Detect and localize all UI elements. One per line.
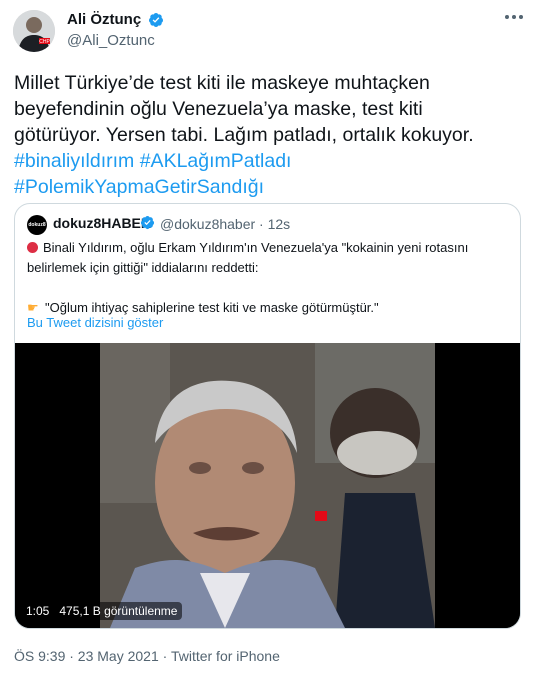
red-circle-icon [27, 242, 38, 253]
quoted-tweet-text: Binali Yıldırım, oğlu Erkam Yıldırım'ın … [27, 238, 507, 318]
quoted-handle-time: @dokuz8haber · 12s [160, 216, 291, 232]
tweet-text-line: götürüyor. Yersen tabi. Lağım patladı, o… [14, 124, 474, 146]
video-meta: 1:05 475,1 B görüntülenme [21, 602, 183, 620]
video-duration: 1:05 [26, 604, 50, 618]
video-player[interactable]: 1:05 475,1 B görüntülenme [15, 343, 520, 628]
tweet-text: Millet Türkiye’de test kiti ile maskeye … [14, 70, 524, 200]
quoted-author-name: dokuz8HABER [53, 215, 152, 231]
svg-text:CHP: CHP [39, 39, 50, 45]
hashtag-link[interactable]: #PolemikYapmaGetirSandığı [14, 174, 524, 200]
video-views: 475,1 B görüntülenme [59, 604, 178, 618]
verified-badge-icon [140, 215, 155, 230]
quoted-text-line: belirlemek için gittiği" iddialarını red… [27, 260, 259, 275]
tweet-text-line: beyefendinin oğlu Venezuela’ya maske, te… [14, 98, 423, 120]
verified-badge-icon [148, 13, 163, 27]
author-display-name[interactable]: Ali Öztunç [67, 11, 141, 28]
quoted-tweet-card[interactable]: dokuz8 dokuz8HABER @dokuz8haber · 12s Bi… [14, 203, 521, 629]
more-options-icon[interactable] [503, 12, 525, 22]
quoted-author-avatar: dokuz8 [27, 215, 47, 235]
show-thread-link[interactable]: Bu Tweet dizisini göster [27, 315, 163, 330]
video-thumbnail [15, 343, 520, 628]
author-avatar[interactable]: CHP [13, 10, 55, 52]
quoted-text-line: "Oğlum ihtiyaç sahiplerine test kiti ve … [45, 300, 379, 315]
tweet-text-line: Millet Türkiye’de test kiti ile maskeye … [14, 72, 430, 94]
hashtag-link[interactable]: #binaliyıldırım #AKLağımPatladı [14, 148, 524, 174]
quoted-avatar-text: dokuz8 [28, 222, 46, 228]
tweet-timestamp-meta[interactable]: ÖS 9:39 · 23 May 2021 · Twitter for iPho… [14, 648, 280, 664]
author-handle[interactable]: @Ali_Oztunc [67, 32, 155, 49]
quoted-text-line: Binali Yıldırım, oğlu Erkam Yıldırım'ın … [43, 240, 469, 255]
